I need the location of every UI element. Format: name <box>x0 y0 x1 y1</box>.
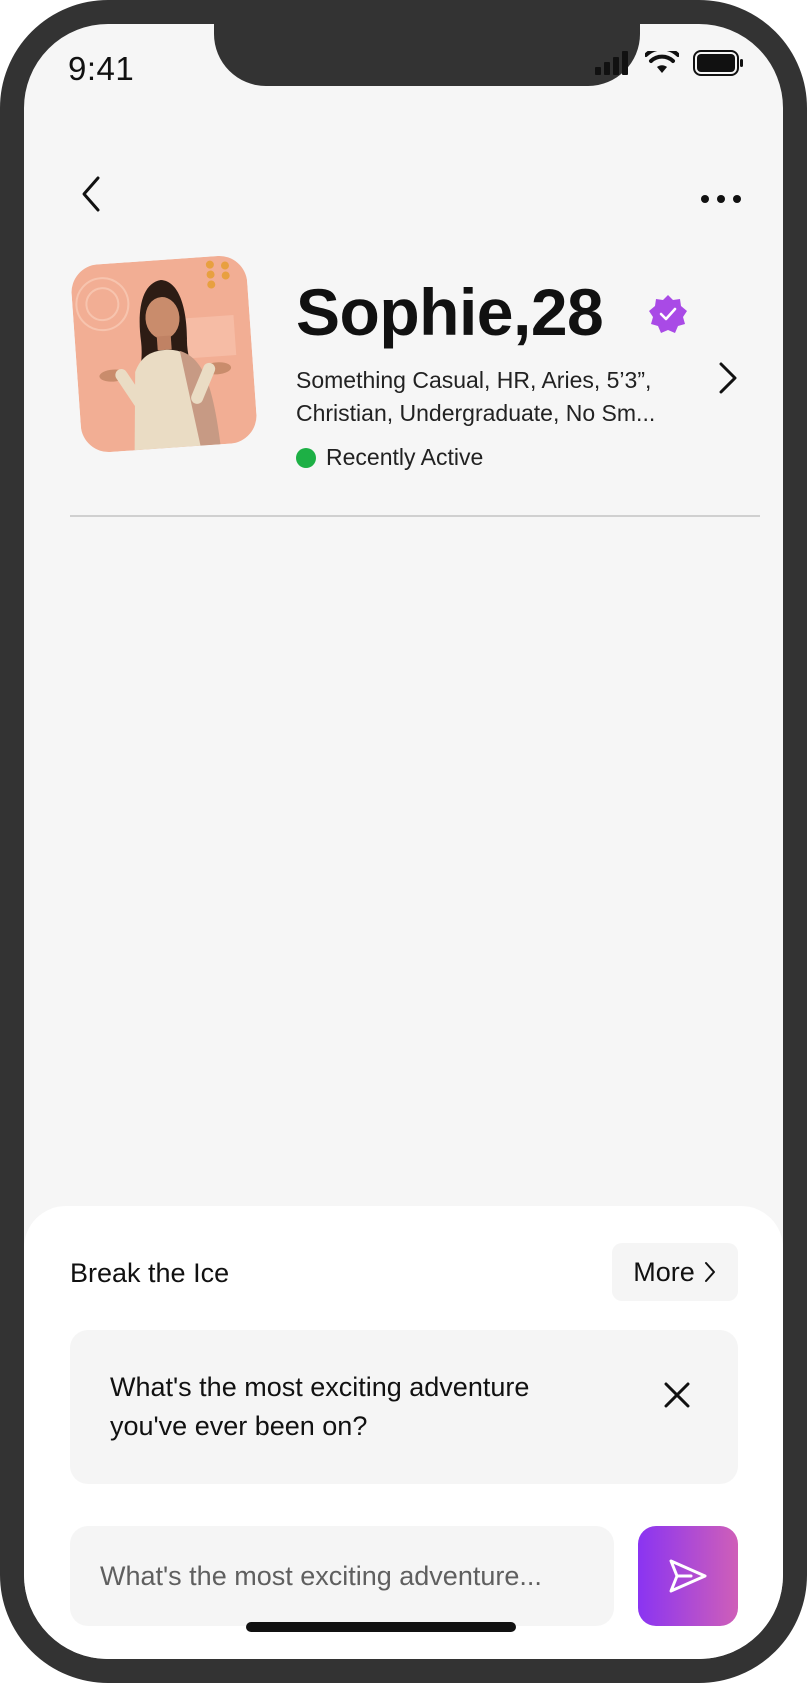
icebreaker-suggestion-card[interactable]: What's the most exciting adventure you'v… <box>70 1330 738 1484</box>
status-time: 9:41 <box>68 50 135 87</box>
suggestion-text: What's the most exciting adventure you'v… <box>110 1372 530 1441</box>
icebreaker-sheet: Break the Ice More What's the most excit… <box>24 1206 783 1659</box>
send-button[interactable] <box>638 1526 738 1626</box>
header-divider <box>70 515 760 517</box>
more-button-label: More <box>633 1256 695 1287</box>
back-arrow-icon[interactable] <box>74 174 114 214</box>
phone-frame: 9:41 Sophie,28 Something Casual, HR, Ari… <box>0 0 807 1683</box>
status-icons <box>595 50 745 76</box>
battery-icon <box>693 50 743 76</box>
notch <box>214 24 640 86</box>
details-line-1: Something Casual, HR, Aries, 5’3”, <box>296 367 652 393</box>
icebreaker-title: Break the Ice <box>70 1258 230 1288</box>
chevron-right-icon[interactable] <box>713 358 743 398</box>
message-input[interactable] <box>70 1526 614 1626</box>
active-dot-icon <box>296 447 316 468</box>
profile-avatar[interactable] <box>69 254 259 454</box>
verified-badge-icon <box>649 295 687 333</box>
more-button[interactable]: More <box>612 1243 738 1301</box>
activity-status: Recently Active <box>296 444 483 471</box>
activity-label: Recently Active <box>326 444 484 470</box>
home-indicator <box>246 1622 516 1632</box>
chevron-right-icon <box>704 1262 715 1282</box>
profile-details[interactable]: Something Casual, HR, Aries, 5’3”, Chris… <box>296 364 706 430</box>
send-icon <box>669 1559 707 1593</box>
profile-name-age: Sophie,28 <box>296 275 604 349</box>
wifi-icon <box>645 51 679 73</box>
avatar-photo <box>69 254 259 454</box>
more-options-icon[interactable] <box>699 189 743 209</box>
signal-icon <box>595 51 628 75</box>
close-icon[interactable] <box>662 1380 692 1410</box>
details-line-2: Christian, Undergraduate, No Sm... <box>296 400 656 426</box>
